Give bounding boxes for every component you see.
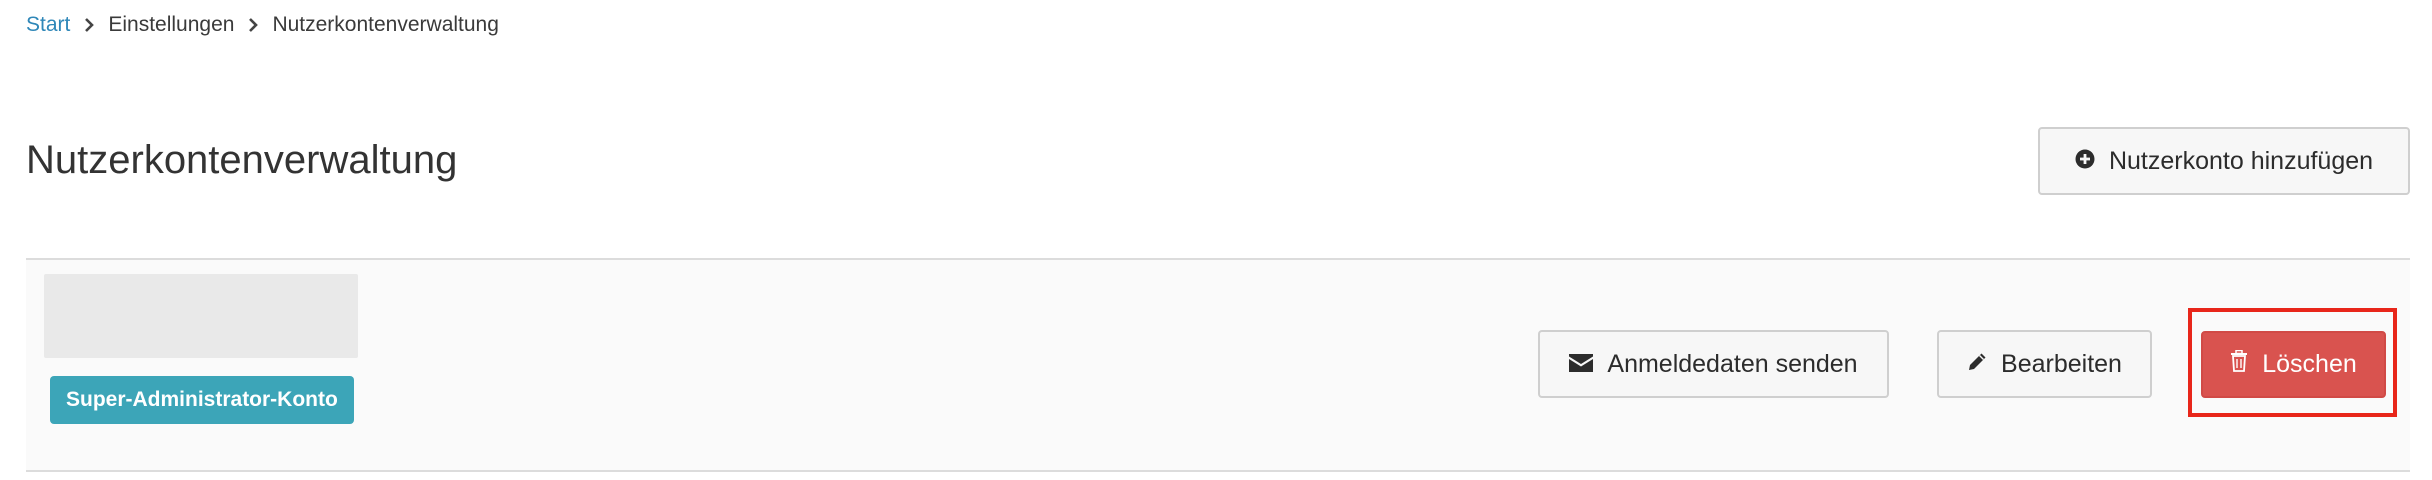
account-avatar-placeholder	[44, 274, 358, 358]
page: Start Einstellungen Nutzerkontenverwaltu…	[0, 0, 2432, 480]
add-user-label: Nutzerkonto hinzufügen	[2108, 146, 2374, 175]
edit-button[interactable]: Bearbeiten	[1937, 330, 2152, 398]
chevron-right-icon	[234, 18, 272, 32]
envelope-icon	[1569, 350, 1594, 379]
send-credentials-button[interactable]: Anmeldedaten senden	[1538, 330, 1889, 398]
send-credentials-label: Anmeldedaten senden	[1607, 349, 1858, 378]
breadcrumb-item-current: Nutzerkontenverwaltung	[272, 13, 499, 36]
breadcrumb: Start Einstellungen Nutzerkontenverwaltu…	[26, 10, 499, 40]
pencil-icon	[1967, 350, 1987, 379]
add-user-button[interactable]: Nutzerkonto hinzufügen	[2038, 127, 2410, 195]
role-badge: Super-Administrator-Konto	[50, 376, 354, 424]
chevron-right-icon	[70, 18, 108, 32]
breadcrumb-item-start[interactable]: Start	[26, 13, 70, 37]
page-title: Nutzerkontenverwaltung	[26, 138, 458, 182]
plus-circle-icon	[2075, 147, 2095, 176]
trash-icon	[2230, 349, 2248, 379]
breadcrumb-item-einstellungen[interactable]: Einstellungen	[108, 13, 234, 37]
delete-label: Löschen	[2262, 350, 2357, 378]
edit-label: Bearbeiten	[2001, 349, 2122, 378]
delete-button[interactable]: Löschen	[2201, 331, 2386, 398]
